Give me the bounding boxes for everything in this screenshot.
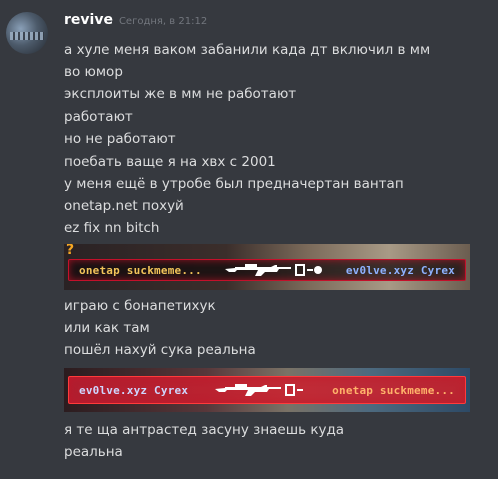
killer-name: ev0lve.xyz Cyrex bbox=[79, 383, 189, 397]
user-avatar[interactable] bbox=[6, 12, 48, 54]
weapon-icons bbox=[215, 383, 305, 397]
message-line: но не работают bbox=[64, 131, 176, 147]
message-line: играю с бонапетихук bbox=[64, 298, 216, 314]
rifle-icon bbox=[215, 384, 282, 396]
killfeed-bar: onetap suckmeme... ev0lve.xyz Cyrex bbox=[68, 259, 466, 281]
username[interactable]: revive bbox=[64, 12, 113, 28]
message-line: поебать ваще я на хвх с 2001 bbox=[64, 154, 276, 170]
message-line: эксплоиты же в мм не работают bbox=[64, 86, 297, 102]
weapon-icons bbox=[224, 263, 323, 277]
message-line: у меня ещё в утробе был предначертан ван… bbox=[64, 176, 404, 192]
message-line: во юмор bbox=[64, 64, 123, 80]
killfeed-image-1[interactable]: ? onetap suckmeme... ev0lve.xyz Cyrex bbox=[64, 244, 470, 290]
headshot-icon bbox=[294, 264, 322, 276]
killfeed-image-2[interactable]: ev0lve.xyz Cyrex onetap suckmeme... bbox=[64, 368, 470, 412]
victim-name: ev0lve.xyz Cyrex bbox=[345, 263, 455, 277]
killfeed-bar: ev0lve.xyz Cyrex onetap suckmeme... bbox=[68, 376, 466, 404]
message-line: работают bbox=[64, 109, 133, 125]
message-line: а хуле меня ваком забанили када дт включ… bbox=[64, 42, 431, 58]
question-mark: ? bbox=[66, 244, 75, 258]
timestamp: Сегодня, в 21:12 bbox=[118, 16, 208, 27]
message-line: я те ща антрастед засуну знаешь куда bbox=[64, 422, 345, 438]
rifle-icon bbox=[224, 264, 291, 276]
message-line: пошёл нахуй сука реальна bbox=[64, 342, 256, 358]
message-line: или как там bbox=[64, 320, 150, 336]
headshot-icon bbox=[285, 384, 304, 396]
killer-name: onetap suckmeme... bbox=[79, 263, 202, 277]
victim-name: onetap suckmeme... bbox=[332, 383, 455, 397]
message-header: revive Сегодня, в 21:12 bbox=[64, 12, 207, 32]
message-line: onetap.net похуй bbox=[64, 198, 184, 214]
message-line: ez fix nn bitch bbox=[64, 220, 160, 236]
message-line: реальна bbox=[64, 444, 123, 460]
